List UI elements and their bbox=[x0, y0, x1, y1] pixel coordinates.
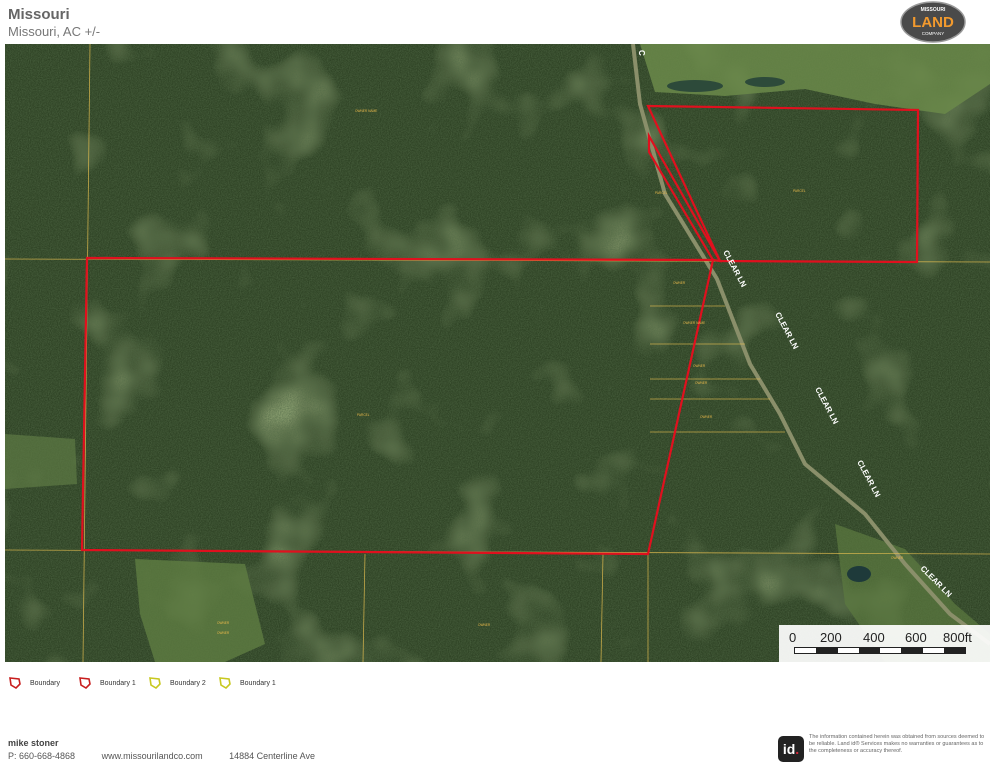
parcel-label: PARCEL bbox=[655, 191, 668, 195]
parcel-label: OWNER NAME bbox=[683, 321, 705, 325]
page-title: Missouri bbox=[8, 6, 70, 23]
satellite-map[interactable]: CLEAR LN CLEAR LN CLEAR LN CLEAR LN CLEA… bbox=[5, 44, 990, 662]
field-left-edge bbox=[5, 434, 77, 489]
parcel-label: OWNER bbox=[217, 631, 230, 635]
legend-label: Boundary 1 bbox=[240, 679, 276, 687]
logo-top-text: MISSOURI bbox=[921, 7, 946, 13]
scale-label: 400 bbox=[863, 630, 885, 645]
parcel-label: PARCEL bbox=[793, 189, 806, 193]
field-bottom-left bbox=[135, 559, 265, 662]
pond-top-2 bbox=[745, 77, 785, 87]
pond-top bbox=[667, 80, 723, 92]
scale-label: 200 bbox=[820, 630, 842, 645]
scale-label: 800ft bbox=[943, 630, 972, 645]
boundary-polygon-icon bbox=[79, 677, 91, 690]
scale-label: 0 bbox=[789, 630, 797, 645]
legend-item: Boundary bbox=[8, 676, 60, 690]
scale-track bbox=[794, 647, 966, 654]
page-subtitle: Missouri, AC +/- bbox=[8, 24, 101, 39]
logo-bottom-text: COMPANY bbox=[922, 31, 944, 36]
boundary-polygon-icon bbox=[149, 677, 161, 690]
legend-label: Boundary bbox=[30, 679, 60, 687]
agent-phone: P: 660-668-4868 bbox=[8, 751, 76, 761]
scale-bar: 0 200 400 600 800ft bbox=[779, 625, 990, 662]
parcel-label: OWNER bbox=[700, 415, 713, 419]
land-id-logo-text: id bbox=[782, 741, 796, 757]
legend-item: Boundary 2 bbox=[148, 676, 206, 690]
parcel-label: OWNER bbox=[673, 281, 686, 285]
parcel-label: OWNER bbox=[478, 623, 491, 627]
parcel-label: OWNER bbox=[217, 621, 230, 625]
parcel-label: OWNER bbox=[695, 381, 708, 385]
legend-label: Boundary 2 bbox=[170, 679, 206, 687]
agent-website-link[interactable]: www.missourilandco.com bbox=[102, 751, 203, 761]
parcel-label: PARCEL bbox=[357, 413, 370, 417]
legend-item: Boundary 1 bbox=[218, 676, 276, 690]
disclaimer: The information contained herein was obt… bbox=[809, 734, 985, 754]
agent-name: mike stoner bbox=[8, 738, 59, 748]
company-logo: MISSOURI LAND COMPANY bbox=[900, 1, 966, 43]
agent-contact: P: 660-668-4868 www.missourilandco.com 1… bbox=[8, 751, 339, 761]
logo-main-text: LAND bbox=[912, 14, 954, 31]
boundary-polygon-icon bbox=[219, 677, 231, 690]
road-label: C bbox=[637, 50, 646, 56]
scale-label: 600 bbox=[905, 630, 927, 645]
boundary-polygon-icon bbox=[9, 677, 21, 690]
legend-label: Boundary 1 bbox=[100, 679, 136, 687]
legend-item: Boundary 1 bbox=[78, 676, 136, 690]
parcel-label: OWNER bbox=[693, 364, 706, 368]
land-id-logo: id. bbox=[778, 736, 804, 762]
agent-address: 14884 Centerline Ave bbox=[229, 751, 316, 761]
parcel-label: OWNER bbox=[891, 556, 904, 560]
pond-bottom bbox=[847, 566, 871, 582]
parcel-label: OWNER NAME bbox=[355, 109, 377, 113]
